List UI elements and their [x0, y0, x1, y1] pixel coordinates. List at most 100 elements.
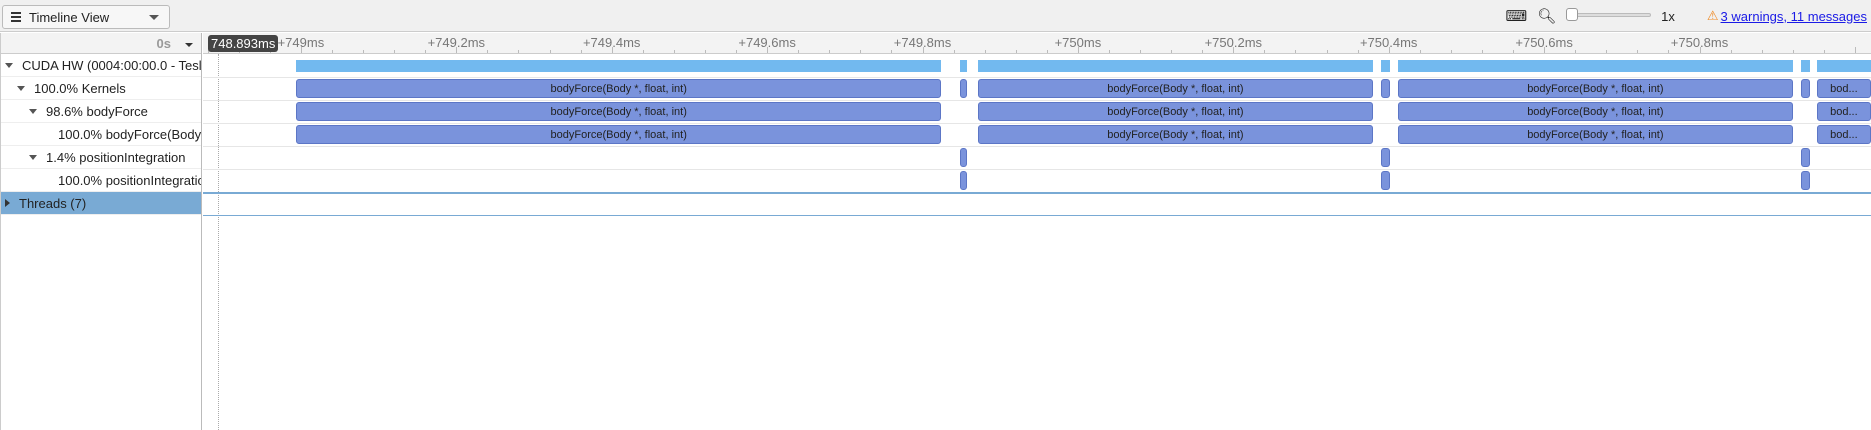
- ruler-tick: [704, 50, 706, 53]
- ruler-tick: [1046, 50, 1048, 53]
- ruler-tick: [1575, 50, 1577, 53]
- bodyforce-kernel-bar[interactable]: bodyForce(Body *, float, int): [296, 125, 942, 144]
- bodyforce-kernel-bar[interactable]: bod...: [1816, 102, 1871, 121]
- hw-activity-bar[interactable]: [977, 60, 1374, 72]
- timeline-panel[interactable]: +749ms +749.2ms +749.4ms +749.6ms +749.8ms +7…: [203, 33, 1871, 430]
- expand-icon[interactable]: [5, 199, 10, 207]
- zoom-out-icon[interactable]: 🔍︎: [1537, 7, 1556, 25]
- time-ruler[interactable]: +749ms +749.2ms +749.4ms +749.6ms +749.8ms +7…: [203, 33, 1871, 54]
- ruler-tick-label: +749.4ms: [582, 35, 641, 50]
- positionintegration-kernel-bar[interactable]: [1380, 171, 1391, 190]
- hw-activity-bar[interactable]: [1801, 60, 1810, 72]
- kernel-label: bod...: [1830, 82, 1858, 95]
- chevron-down-icon[interactable]: [185, 43, 193, 47]
- zoom-level: 1x: [1661, 8, 1675, 24]
- kernel-label: bod...: [1830, 128, 1858, 141]
- hw-activity-bar[interactable]: [1816, 60, 1871, 72]
- ruler-tick: [1637, 50, 1639, 53]
- hw-activity-bar[interactable]: [296, 60, 942, 72]
- kernel-label: bodyForce(Body *, float, int): [1107, 128, 1244, 141]
- warning-icon: ⚠: [1706, 8, 1719, 23]
- view-selector-label: Timeline View: [29, 9, 110, 25]
- ruler-tick-label: +750.6ms: [1515, 35, 1573, 50]
- menu-icon: [11, 10, 21, 24]
- ruler-tick: [736, 50, 738, 53]
- positionintegration-kernel-bar[interactable]: [959, 148, 967, 167]
- ruler-tick-label: +749ms: [277, 35, 325, 50]
- ruler-tick: [363, 50, 365, 53]
- kernel-label: bodyForce(Body *, float, int): [550, 105, 687, 118]
- ruler-tick: [1450, 50, 1452, 53]
- ruler-tick-label: +749.6ms: [738, 35, 796, 50]
- tree-row[interactable]: Threads (7): [1, 192, 201, 215]
- collapse-icon[interactable]: [29, 108, 37, 114]
- ruler-tick: [1202, 50, 1204, 53]
- positionintegration-kernel-bar[interactable]: [1801, 171, 1810, 190]
- ruler-tick-label: +750.4ms: [1359, 35, 1418, 50]
- timeline-row: bodyForce(Body *, float, int) bodyForce(B…: [203, 124, 1871, 147]
- bodyforce-kernel-bar[interactable]: bodyForce(Body *, float, int): [296, 79, 942, 98]
- bodyforce-kernel-bar[interactable]: bod...: [1816, 125, 1871, 144]
- ruler-tick-label: +750.2ms: [1204, 35, 1263, 50]
- warnings-link[interactable]: 3 warnings, 11 messages: [1721, 9, 1867, 24]
- tree-row[interactable]: 98.6% bodyForce: [1, 100, 201, 123]
- ruler-tick-label: +750.8ms: [1670, 35, 1729, 50]
- selection-line: [203, 192, 1871, 194]
- bodyforce-kernel-bar[interactable]: bodyForce(Body *, float, int): [1398, 102, 1793, 121]
- bodyforce-kernel-bar[interactable]: bodyForce(Body *, float, int): [977, 79, 1374, 98]
- ruler-tick: [1606, 50, 1608, 53]
- zoom-slider[interactable]: [1566, 6, 1652, 26]
- positionintegration-kernel-bar[interactable]: [1380, 79, 1391, 98]
- tree-row[interactable]: 1.4% positionIntegration: [1, 146, 201, 169]
- kernel-label: bodyForce(Body *, float, int): [1527, 82, 1664, 95]
- bodyforce-kernel-bar[interactable]: bodyForce(Body *, float, int): [1398, 79, 1793, 98]
- tree-row[interactable]: 100.0% positionIntegration(Body *, float…: [1, 169, 201, 192]
- kernel-label: bodyForce(Body *, float, int): [1107, 105, 1244, 118]
- bodyforce-kernel-bar[interactable]: bodyForce(Body *, float, int): [977, 102, 1374, 121]
- kernel-label: bodyForce(Body *, float, int): [1527, 128, 1664, 141]
- ruler-tick: [642, 50, 644, 53]
- tree-row-label: 100.0% positionIntegration(Body *, float…: [58, 172, 201, 188]
- ruler-tick: [860, 50, 862, 53]
- bodyforce-kernel-bar[interactable]: bodyForce(Body *, float, int): [296, 102, 942, 121]
- hw-activity-bar[interactable]: [959, 60, 967, 72]
- kernel-label: bodyForce(Body *, float, int): [550, 128, 687, 141]
- tree-row-label: 1.4% positionIntegration: [46, 149, 186, 165]
- ruler-tick: [673, 50, 675, 53]
- ruler-tick: [1854, 47, 1856, 53]
- hw-activity-bar[interactable]: [1398, 60, 1793, 72]
- positionintegration-kernel-bar[interactable]: [959, 171, 967, 190]
- tree-row-label: 98.6% bodyForce: [46, 103, 148, 119]
- positionintegration-kernel-bar[interactable]: [1801, 148, 1810, 167]
- bodyforce-kernel-bar[interactable]: bod...: [1816, 79, 1871, 98]
- positionintegration-kernel-bar[interactable]: [959, 79, 967, 98]
- timeline-row: [203, 55, 1871, 78]
- ruler-tick: [953, 50, 955, 53]
- ruler-tick-label: +749.8ms: [893, 35, 952, 50]
- collapse-icon[interactable]: [5, 62, 13, 68]
- ruler-tick: [1481, 50, 1483, 53]
- ruler-tick: [487, 50, 489, 53]
- timeline-row: [203, 147, 1871, 170]
- hw-activity-bar[interactable]: [1380, 60, 1391, 72]
- timeline-row: bodyForce(Body *, float, int) bodyForce(B…: [203, 101, 1871, 124]
- bodyforce-kernel-bar[interactable]: bodyForce(Body *, float, int): [977, 125, 1374, 144]
- bodyforce-kernel-bar[interactable]: bodyForce(Body *, float, int): [1398, 125, 1793, 144]
- positionintegration-kernel-bar[interactable]: [1380, 148, 1391, 167]
- kernel-label: bodyForce(Body *, float, int): [1107, 82, 1244, 95]
- kernel-label: bodyForce(Body *, float, int): [550, 82, 687, 95]
- positionintegration-kernel-bar[interactable]: [1801, 79, 1810, 98]
- ruler-tick: [580, 50, 582, 53]
- ruler-tick: [549, 50, 551, 53]
- view-selector-dropdown[interactable]: Timeline View: [2, 5, 170, 29]
- timeline-row: [203, 170, 1871, 193]
- collapse-icon[interactable]: [29, 154, 37, 160]
- time-origin[interactable]: 0s: [157, 36, 171, 51]
- tree-row[interactable]: 100.0% Kernels: [1, 77, 201, 100]
- ruler-tick: [394, 50, 396, 53]
- cursor-time-label: 748.893ms: [208, 35, 279, 52]
- tree-row[interactable]: CUDA HW (0004:00:00.0 - Tesla V100): [1, 54, 201, 77]
- tree-row[interactable]: 100.0% bodyForce(Body *, float, int): [1, 123, 201, 146]
- collapse-icon[interactable]: [17, 85, 25, 91]
- keyboard-icon[interactable]: ⌨: [1505, 7, 1527, 25]
